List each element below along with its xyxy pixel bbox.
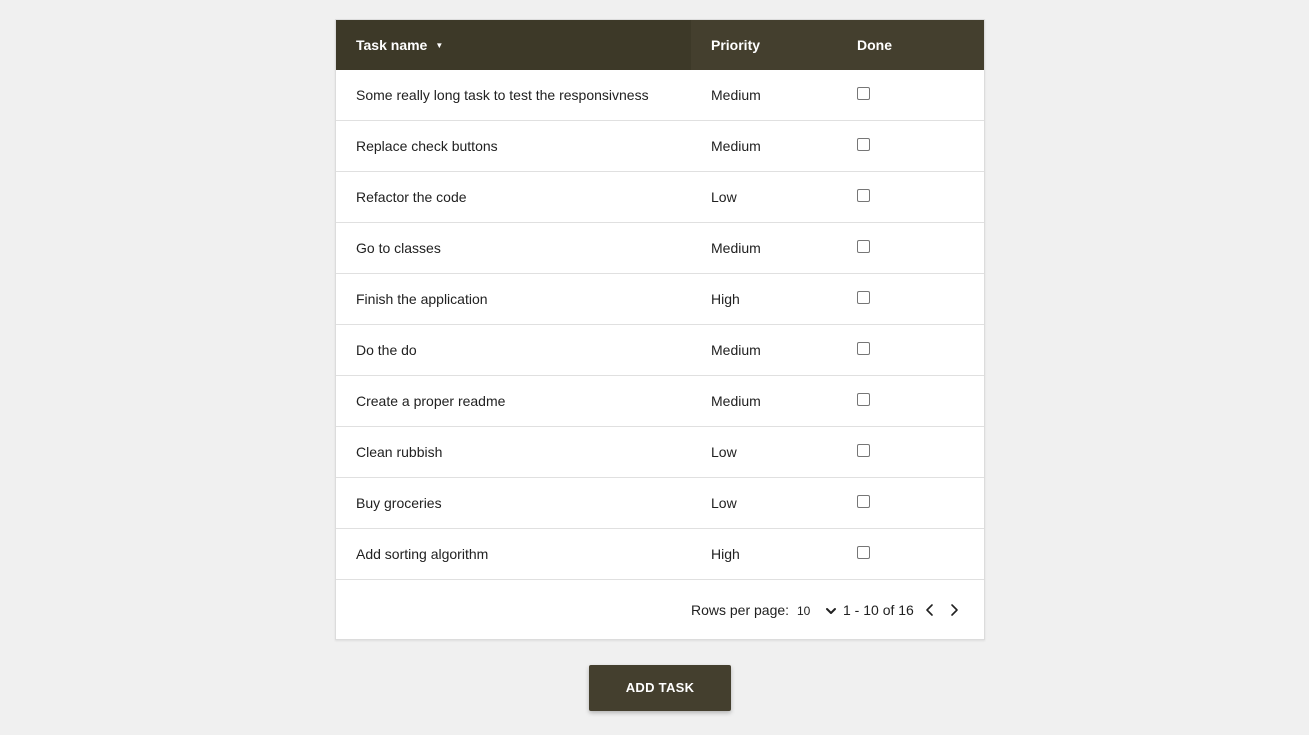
priority-cell: Medium bbox=[711, 240, 761, 256]
table-row: Replace check buttons Medium bbox=[336, 121, 984, 172]
task-name-cell: Replace check buttons bbox=[356, 138, 498, 154]
column-header-task-name-label: Task name bbox=[356, 37, 428, 53]
done-checkbox[interactable] bbox=[857, 393, 870, 406]
table-row: Buy groceries Low bbox=[336, 478, 984, 529]
add-task-button[interactable]: ADD TASK bbox=[589, 665, 731, 711]
task-name-cell: Do the do bbox=[356, 342, 417, 358]
column-header-priority[interactable]: Priority bbox=[711, 20, 760, 70]
done-checkbox[interactable] bbox=[857, 444, 870, 457]
rows-per-page-label: Rows per page: bbox=[691, 602, 790, 618]
task-name-cell: Refactor the code bbox=[356, 189, 467, 205]
done-checkbox[interactable] bbox=[857, 189, 870, 202]
done-checkbox[interactable] bbox=[857, 495, 870, 508]
sort-down-icon: ▼ bbox=[435, 41, 444, 50]
task-name-cell: Buy groceries bbox=[356, 495, 442, 511]
task-name-cell: Finish the application bbox=[356, 291, 488, 307]
column-header-done[interactable]: Done bbox=[857, 20, 892, 70]
priority-cell: Medium bbox=[711, 87, 761, 103]
column-header-task-name[interactable]: Task name ▼ bbox=[356, 20, 443, 70]
rows-per-page-select[interactable]: 10 bbox=[797, 601, 837, 621]
table-row: Some really long task to test the respon… bbox=[336, 70, 984, 121]
done-checkbox[interactable] bbox=[857, 240, 870, 253]
table-row: Go to classes Medium bbox=[336, 223, 984, 274]
priority-cell: Low bbox=[711, 444, 737, 460]
priority-cell: High bbox=[711, 546, 740, 562]
table-row: Do the do Medium bbox=[336, 325, 984, 376]
task-name-cell: Create a proper readme bbox=[356, 393, 506, 409]
task-name-cell: Add sorting algorithm bbox=[356, 546, 489, 562]
table-pagination: Rows per page: 10 1 - 10 of 16 bbox=[336, 580, 984, 639]
table-row: Clean rubbish Low bbox=[336, 427, 984, 478]
done-checkbox[interactable] bbox=[857, 342, 870, 355]
priority-cell: Low bbox=[711, 189, 737, 205]
table-body: Some really long task to test the respon… bbox=[336, 70, 984, 580]
done-checkbox[interactable] bbox=[857, 138, 870, 151]
priority-cell: Medium bbox=[711, 138, 761, 154]
task-table-card: Task name ▼ Priority Done Some really lon… bbox=[335, 19, 985, 640]
table-header: Task name ▼ Priority Done bbox=[336, 20, 984, 70]
table-row: Finish the application High bbox=[336, 274, 984, 325]
priority-cell: High bbox=[711, 291, 740, 307]
done-checkbox[interactable] bbox=[857, 291, 870, 304]
pagination-range: 1 - 10 of 16 bbox=[843, 602, 914, 618]
priority-cell: Medium bbox=[711, 342, 761, 358]
chevron-right-icon[interactable] bbox=[946, 600, 962, 620]
priority-cell: Low bbox=[711, 495, 737, 511]
chevron-left-icon[interactable] bbox=[922, 600, 938, 620]
task-name-cell: Some really long task to test the respon… bbox=[356, 87, 649, 103]
table-row: Create a proper readme Medium bbox=[336, 376, 984, 427]
done-checkbox[interactable] bbox=[857, 546, 870, 559]
priority-cell: Medium bbox=[711, 393, 761, 409]
table-row: Refactor the code Low bbox=[336, 172, 984, 223]
table-row: Add sorting algorithm High bbox=[336, 529, 984, 580]
chevron-down-icon bbox=[826, 608, 836, 614]
task-name-cell: Clean rubbish bbox=[356, 444, 443, 460]
rows-per-page-value: 10 bbox=[797, 604, 811, 618]
task-name-cell: Go to classes bbox=[356, 240, 441, 256]
done-checkbox[interactable] bbox=[857, 87, 870, 100]
